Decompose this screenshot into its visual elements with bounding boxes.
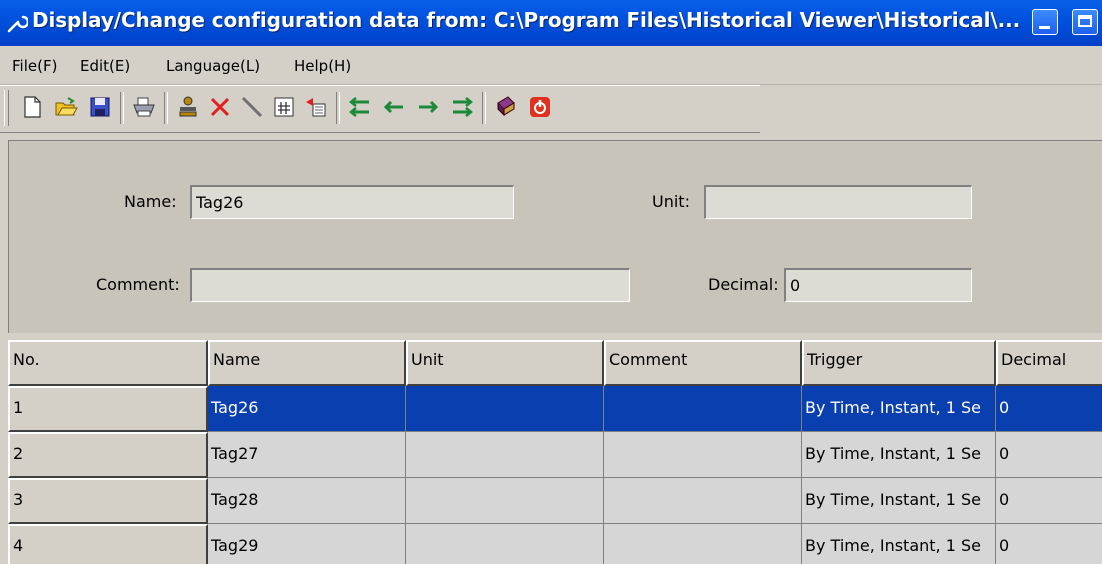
wrench-icon — [7, 15, 28, 33]
name-field[interactable] — [190, 185, 514, 219]
cell-name[interactable]: Tag28 — [208, 478, 406, 524]
cell-comment[interactable] — [604, 386, 802, 432]
delete-icon[interactable] — [206, 92, 234, 122]
move-right-icon[interactable] — [414, 92, 442, 122]
cell-trigger[interactable]: By Time, Instant, 1 Se — [802, 386, 996, 432]
move-first-icon[interactable] — [346, 92, 374, 122]
column-header-comment[interactable]: Comment — [604, 340, 802, 386]
toolbar-separator — [336, 92, 340, 124]
toolbar-separator — [482, 92, 486, 124]
save-icon[interactable] — [86, 92, 114, 122]
cell-unit[interactable] — [406, 432, 604, 478]
cell-unit[interactable] — [406, 386, 604, 432]
cell-trigger[interactable]: By Time, Instant, 1 Se — [802, 478, 996, 524]
column-header-name[interactable]: Name — [208, 340, 406, 386]
cell-decimal[interactable]: 0 — [996, 432, 1102, 478]
toolbar-empty-area — [760, 85, 1102, 131]
cell-comment[interactable] — [604, 432, 802, 478]
open-icon[interactable] — [52, 92, 80, 122]
cell-decimal[interactable]: 0 — [996, 478, 1102, 524]
row-header[interactable]: 3 — [8, 478, 208, 524]
row-header[interactable]: 4 — [8, 524, 208, 564]
row-header[interactable]: 2 — [8, 432, 208, 478]
column-header-decimal[interactable]: Decimal — [996, 340, 1102, 386]
calculator-icon[interactable] — [270, 92, 298, 122]
column-header-trigger[interactable]: Trigger — [802, 340, 996, 386]
cell-name[interactable]: Tag29 — [208, 524, 406, 564]
column-header-unit[interactable]: Unit — [406, 340, 604, 386]
book-icon[interactable] — [492, 92, 520, 122]
print-icon[interactable] — [130, 92, 158, 122]
toolbar-grip[interactable] — [4, 90, 9, 126]
menu-edit[interactable]: Edit(E) — [80, 57, 130, 75]
cell-trigger[interactable]: By Time, Instant, 1 Se — [802, 432, 996, 478]
toolbar-separator — [120, 92, 124, 124]
row-header[interactable]: 1 — [8, 386, 208, 432]
tag-properties-panel — [8, 140, 1102, 333]
tag-group-icon[interactable] — [174, 92, 202, 122]
unit-label: Unit: — [652, 192, 690, 211]
decimal-field[interactable] — [784, 268, 972, 302]
cell-comment[interactable] — [604, 524, 802, 564]
cell-decimal[interactable]: 0 — [996, 524, 1102, 564]
name-label: Name: — [124, 192, 177, 211]
window-title: Display/Change configuration data from: … — [32, 8, 1021, 32]
maximize-button[interactable] — [1072, 9, 1098, 35]
unit-field[interactable] — [704, 185, 972, 219]
minimize-button[interactable] — [1032, 9, 1058, 35]
configuration-window: Display/Change configuration data from: … — [0, 0, 1102, 564]
exit-icon[interactable] — [526, 92, 554, 122]
new-icon[interactable] — [18, 92, 46, 122]
cell-name[interactable]: Tag26 — [208, 386, 406, 432]
move-left-icon[interactable] — [380, 92, 408, 122]
comment-label: Comment: — [96, 275, 180, 294]
move-last-icon[interactable] — [448, 92, 476, 122]
cell-comment[interactable] — [604, 478, 802, 524]
toolbar-separator — [164, 92, 168, 124]
decimal-label: Decimal: — [708, 275, 779, 294]
cell-unit[interactable] — [406, 524, 604, 564]
tag-table: No. Name Unit Comment Trigger Decimal 1 … — [8, 340, 1102, 564]
line-icon[interactable] — [238, 92, 266, 122]
title-bar[interactable]: Display/Change configuration data from: … — [0, 0, 1102, 46]
paste-icon[interactable] — [302, 92, 330, 122]
comment-field[interactable] — [190, 268, 630, 302]
cell-unit[interactable] — [406, 478, 604, 524]
cell-trigger[interactable]: By Time, Instant, 1 Se — [802, 524, 996, 564]
menu-file[interactable]: File(F) — [12, 57, 57, 75]
menu-language[interactable]: Language(L) — [166, 57, 260, 75]
menu-bar: File(F) Edit(E) Language(L) Help(H) — [0, 46, 1102, 85]
column-header-no[interactable]: No. — [8, 340, 208, 386]
menu-help[interactable]: Help(H) — [294, 57, 351, 75]
cell-decimal[interactable]: 0 — [996, 386, 1102, 432]
cell-name[interactable]: Tag27 — [208, 432, 406, 478]
